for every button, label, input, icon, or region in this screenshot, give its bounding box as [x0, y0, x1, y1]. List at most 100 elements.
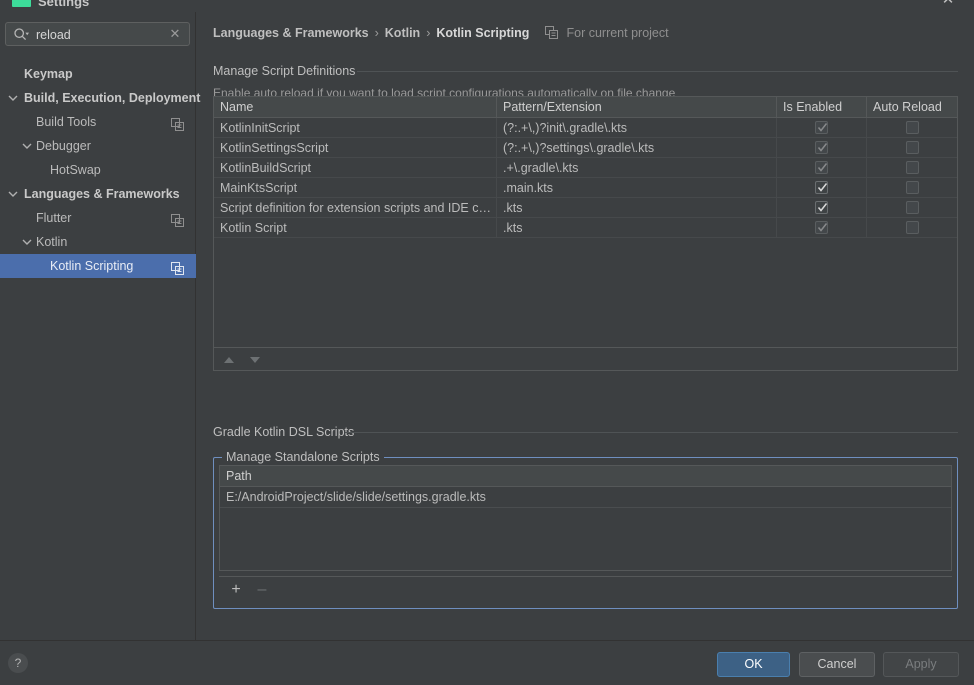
checkbox[interactable]: [815, 221, 828, 234]
table-reorder-toolbar: [214, 347, 957, 370]
cell-auto-reload[interactable]: [867, 218, 957, 238]
sidebar-item-hotswap[interactable]: HotSwap: [0, 158, 196, 182]
chevron-down-icon[interactable]: [8, 182, 20, 206]
manage-standalone-scripts-group: Manage Standalone Scripts Path E:/Androi…: [213, 450, 958, 609]
cell-pattern: .+\.gradle\.kts: [497, 158, 777, 178]
cell-pattern: .kts: [497, 198, 777, 218]
search-input-value: reload: [36, 28, 71, 42]
table-row[interactable]: KotlinBuildScript .+\.gradle\.kts: [214, 158, 957, 178]
window-title: Settings: [38, 0, 90, 9]
breadcrumb-separator: ›: [426, 26, 431, 40]
sidebar-item-kotlin-scripting[interactable]: Kotlin Scripting: [0, 254, 196, 278]
column-header[interactable]: Auto Reload: [867, 97, 957, 118]
sidebar-item-build-tools[interactable]: Build Tools: [0, 110, 196, 134]
cell-is-enabled[interactable]: [777, 178, 867, 198]
cell-is-enabled[interactable]: [777, 158, 867, 178]
checkbox[interactable]: [905, 121, 919, 134]
project-scope-icon: [171, 211, 184, 227]
ok-button[interactable]: OK: [717, 652, 790, 677]
close-icon[interactable]: ✕: [940, 0, 956, 8]
cell-auto-reload[interactable]: [867, 138, 957, 158]
cell-pattern: .main.kts: [497, 178, 777, 198]
cell-pattern: (?:.+\,)?init\.gradle\.kts: [497, 118, 777, 138]
breadcrumb: Languages & Frameworks › Kotlin › Kotlin Scr…: [213, 26, 529, 40]
breadcrumb-item[interactable]: Languages & Frameworks: [213, 26, 369, 40]
cell-is-enabled[interactable]: [777, 138, 867, 158]
sidebar-item-debugger[interactable]: Debugger: [0, 134, 196, 158]
checkbox[interactable]: [905, 201, 919, 214]
cancel-button[interactable]: Cancel: [799, 652, 875, 677]
sidebar-item-label: Build Tools: [36, 115, 97, 129]
clear-search-icon[interactable]: ✕: [168, 26, 182, 42]
settings-sidebar: reload ✕ Keymap Build, Execution, Deploym…: [0, 12, 200, 640]
help-button[interactable]: ?: [8, 653, 28, 673]
sidebar-item-label: Build, Execution, Deployment: [24, 91, 201, 105]
sidebar-item-keymap[interactable]: Keymap: [0, 62, 196, 86]
column-header[interactable]: Is Enabled: [777, 97, 867, 118]
settings-dialog: Settings ✕ reload ✕ Keymap Build, Executi…: [0, 0, 974, 685]
cell-auto-reload[interactable]: [867, 118, 957, 138]
arrow-down-icon[interactable]: [248, 353, 262, 367]
table-header-row: Name Pattern/Extension Is Enabled Auto Relo…: [214, 97, 957, 118]
table-row[interactable]: KotlinSettingsScript (?:.+\,)?settings\.g…: [214, 138, 957, 158]
checkbox[interactable]: [905, 141, 919, 154]
sidebar-item-label: HotSwap: [50, 163, 101, 177]
sidebar-item-kotlin[interactable]: Kotlin: [0, 230, 196, 254]
remove-script-button[interactable]: –: [254, 582, 270, 598]
cell-pattern: .kts: [497, 218, 777, 238]
checkbox[interactable]: [905, 181, 919, 194]
checkbox[interactable]: [815, 201, 828, 214]
sidebar-item-label: Languages & Frameworks: [24, 187, 180, 201]
breadcrumb-item[interactable]: Kotlin: [385, 26, 420, 40]
sidebar-item-label: Kotlin: [36, 235, 68, 249]
checkbox[interactable]: [815, 181, 828, 194]
apply-button: Apply: [883, 652, 959, 677]
checkbox[interactable]: [905, 161, 919, 174]
sidebar-item-label: Flutter: [36, 211, 72, 225]
table-row[interactable]: Kotlin Script .kts: [214, 218, 957, 238]
project-scope-icon: [171, 115, 184, 131]
title-bar: Settings ✕: [0, 0, 974, 12]
cell-auto-reload[interactable]: [867, 158, 957, 178]
checkbox[interactable]: [815, 141, 828, 154]
android-studio-icon: [12, 0, 31, 7]
project-scope-icon: [545, 26, 558, 39]
cell-pattern: (?:.+\,)?settings\.gradle\.kts: [497, 138, 777, 158]
scope-note-label: For current project: [566, 26, 669, 40]
gradle-section-rule: [345, 432, 958, 433]
script-definitions-section-rule: [357, 71, 958, 72]
standalone-scripts-toolbar: + –: [219, 576, 952, 602]
arrow-up-icon[interactable]: [222, 353, 236, 367]
checkbox[interactable]: [815, 121, 828, 134]
breadcrumb-item[interactable]: Kotlin Scripting: [436, 26, 529, 40]
chevron-down-icon[interactable]: [22, 230, 34, 254]
cell-name: Script definition for extension scripts …: [214, 198, 497, 218]
cell-auto-reload[interactable]: [867, 198, 957, 218]
add-script-button[interactable]: +: [228, 582, 244, 598]
search-field-wrapper: reload ✕: [5, 22, 190, 46]
chevron-down-icon[interactable]: [22, 134, 34, 158]
sidebar-item-build-execution-deployment[interactable]: Build, Execution, Deployment: [0, 86, 200, 110]
cell-is-enabled[interactable]: [777, 218, 867, 238]
checkbox[interactable]: [905, 221, 919, 234]
column-header-path: Path: [226, 469, 252, 483]
sidebar-item-label: Kotlin Scripting: [50, 259, 134, 273]
sidebar-item-languages-frameworks[interactable]: Languages & Frameworks: [0, 182, 196, 206]
checkbox[interactable]: [815, 161, 828, 174]
cell-auto-reload[interactable]: [867, 178, 957, 198]
chevron-down-icon[interactable]: [8, 86, 20, 110]
column-header[interactable]: Pattern/Extension: [497, 97, 777, 118]
table-row[interactable]: MainKtsScript .main.kts: [214, 178, 957, 198]
column-header[interactable]: Name: [214, 97, 497, 118]
list-item[interactable]: E:/AndroidProject/slide/slide/settings.g…: [220, 487, 951, 508]
table-row[interactable]: KotlinInitScript (?:.+\,)?init\.gradle\.k…: [214, 118, 957, 138]
table-row[interactable]: Script definition for extension scripts …: [214, 198, 957, 218]
cell-is-enabled[interactable]: [777, 198, 867, 218]
dialog-button-bar: ? OK Cancel Apply: [0, 640, 974, 685]
search-input[interactable]: reload ✕: [5, 22, 190, 46]
sidebar-item-label: Debugger: [36, 139, 91, 153]
cell-is-enabled[interactable]: [777, 118, 867, 138]
sidebar-item-flutter[interactable]: Flutter: [0, 206, 196, 230]
standalone-scripts-table: Path E:/AndroidProject/slide/slide/setti…: [219, 465, 952, 571]
standalone-table-body: E:/AndroidProject/slide/slide/settings.g…: [220, 487, 951, 508]
